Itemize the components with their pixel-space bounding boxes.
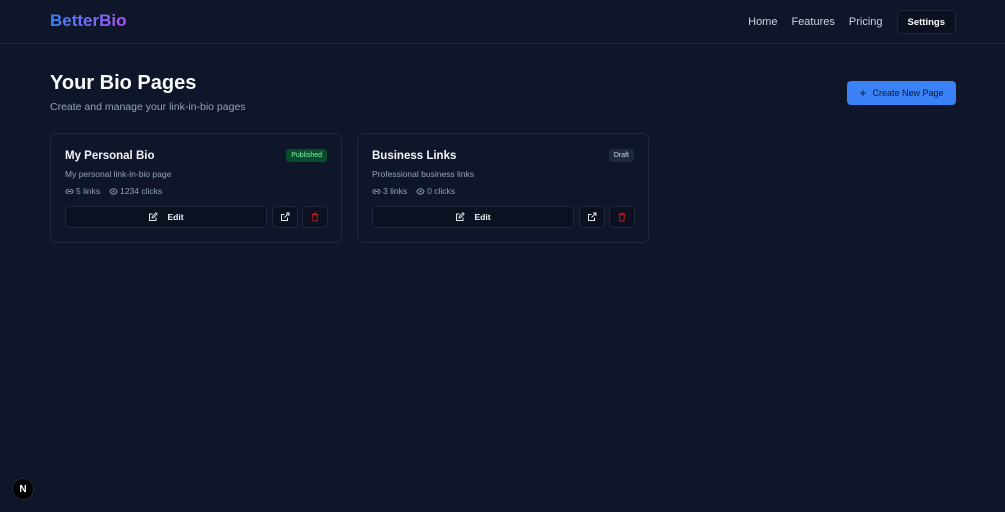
clicks-stat: 1234 clicks xyxy=(109,186,162,196)
open-external-button[interactable] xyxy=(272,206,298,228)
card-title: Business Links xyxy=(372,150,457,162)
open-external-button[interactable] xyxy=(579,206,605,228)
card-stats: 3 links 0 clicks xyxy=(372,186,464,196)
links-stat: 5 links xyxy=(65,186,100,196)
eye-icon xyxy=(109,187,118,195)
edit-icon xyxy=(149,212,159,221)
main-nav: Home Features Pricing Settings xyxy=(748,10,956,34)
dev-tools-badge[interactable]: N xyxy=(12,478,34,500)
top-navbar: BetterBio Home Features Pricing Settings xyxy=(0,0,1005,44)
links-count: 3 links xyxy=(383,186,408,196)
page-subtitle: Create and manage your link-in-bio pages xyxy=(50,101,246,113)
edit-label: Edit xyxy=(167,212,184,222)
nav-link-home[interactable]: Home xyxy=(748,16,777,28)
plus-icon: + xyxy=(859,86,867,100)
settings-button[interactable]: Settings xyxy=(896,10,956,34)
page-title: Your Bio Pages xyxy=(50,72,197,94)
external-link-icon xyxy=(588,212,597,221)
edit-button[interactable]: Edit xyxy=(372,206,574,228)
clicks-stat: 0 clicks xyxy=(416,186,455,196)
bio-page-card: My Personal Bio Published My personal li… xyxy=(50,133,342,243)
nav-link-features[interactable]: Features xyxy=(791,16,834,28)
clicks-count: 1234 clicks xyxy=(120,186,163,196)
card-description: Professional business links xyxy=(372,169,475,179)
eye-icon xyxy=(416,187,425,195)
clicks-count: 0 clicks xyxy=(427,186,455,196)
card-stats: 5 links 1234 clicks xyxy=(65,186,171,196)
external-link-icon xyxy=(281,212,290,221)
brand-logo[interactable]: BetterBio xyxy=(50,11,127,31)
create-new-page-button[interactable]: + Create New Page xyxy=(847,81,956,105)
delete-button[interactable] xyxy=(609,206,635,228)
create-new-page-label: Create New Page xyxy=(872,88,944,98)
nav-link-pricing[interactable]: Pricing xyxy=(849,16,883,28)
link-icon xyxy=(372,188,381,194)
card-title: My Personal Bio xyxy=(65,150,155,162)
edit-icon xyxy=(456,212,466,221)
card-description: My personal link-in-bio page xyxy=(65,169,172,179)
links-count: 5 links xyxy=(76,186,101,196)
bio-page-card: Business Links Draft Professional busine… xyxy=(357,133,649,243)
status-badge: Draft xyxy=(608,149,634,162)
link-icon xyxy=(65,188,74,194)
edit-label: Edit xyxy=(474,212,491,222)
delete-button[interactable] xyxy=(302,206,328,228)
trash-icon xyxy=(618,212,626,222)
links-stat: 3 links xyxy=(372,186,407,196)
edit-button[interactable]: Edit xyxy=(65,206,267,228)
trash-icon xyxy=(311,212,319,222)
status-badge: Published xyxy=(286,149,327,162)
